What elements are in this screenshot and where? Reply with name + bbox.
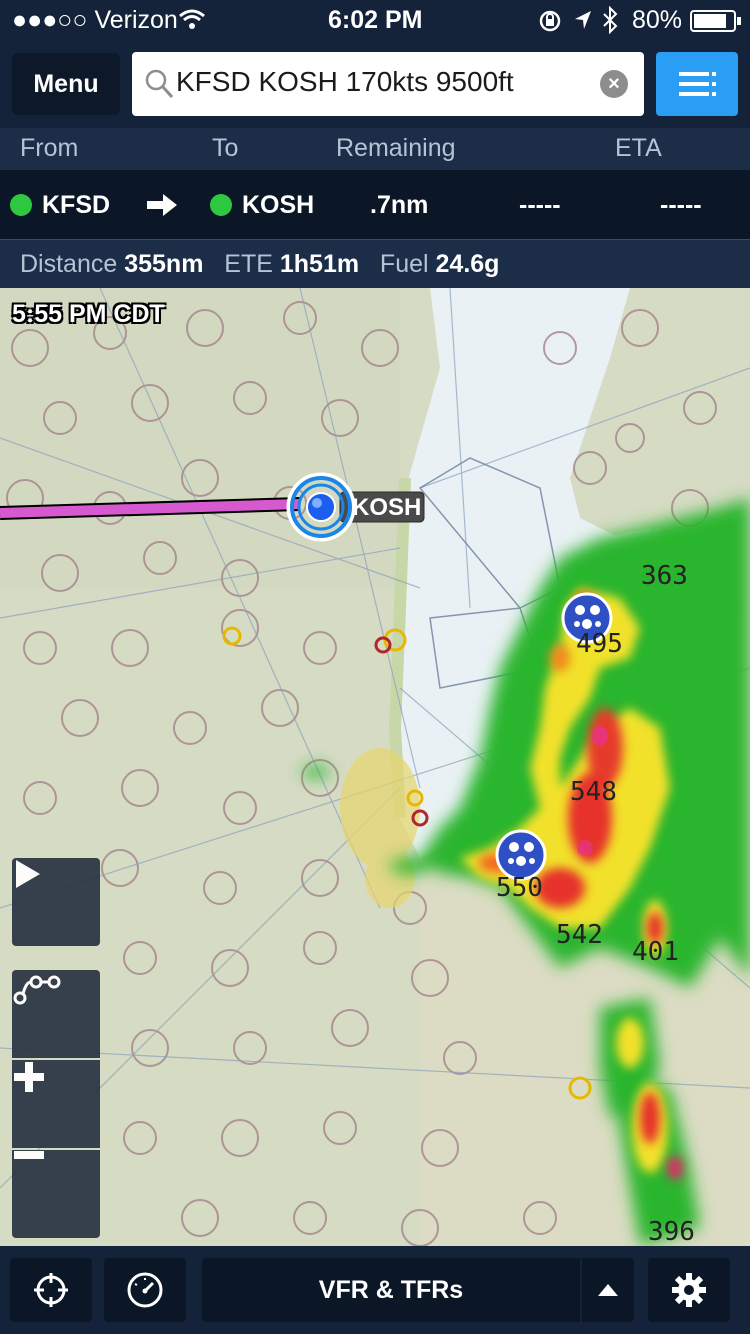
fuel-label: Fuel bbox=[379, 250, 429, 278]
carrier-label: ●●●○○ Verizon bbox=[12, 6, 178, 34]
clear-search-icon[interactable]: × bbox=[600, 70, 628, 98]
orientation-lock-icon bbox=[538, 9, 562, 40]
storm-cell-icon[interactable] bbox=[495, 829, 547, 881]
crosshair-icon bbox=[34, 1273, 68, 1307]
route-search-field[interactable]: KFSD KOSH 170kts 9500ft × bbox=[132, 52, 644, 116]
zoom-in-button[interactable] bbox=[12, 1060, 100, 1148]
storm-top-label: 401 bbox=[632, 937, 679, 967]
storm-top-label: 363 bbox=[641, 561, 688, 591]
play-animation-button[interactable] bbox=[12, 858, 100, 946]
route-column-headers: From To Remaining ETA bbox=[0, 128, 750, 170]
eta-value: ----- bbox=[519, 191, 561, 219]
route-row[interactable]: KFSD KOSH .7nm ----- ----- bbox=[0, 170, 750, 240]
gear-icon bbox=[672, 1273, 706, 1307]
route-line bbox=[0, 497, 301, 520]
radar-timestamp: 5:55 PM CDT bbox=[12, 300, 165, 328]
menu-button[interactable]: Menu bbox=[12, 53, 120, 115]
plus-icon bbox=[14, 1062, 44, 1092]
remaining-header: Remaining bbox=[336, 134, 456, 162]
storm-top-label: 542 bbox=[556, 920, 603, 950]
eta-header: ETA bbox=[615, 134, 662, 162]
map-canvas: 363 495 548 550 542 401 396 KOSH bbox=[0, 288, 750, 1246]
play-icon bbox=[16, 860, 40, 888]
search-icon bbox=[144, 68, 174, 105]
ete-label: ETE bbox=[224, 250, 273, 278]
center-on-position-button[interactable] bbox=[10, 1258, 92, 1322]
from-header: From bbox=[20, 134, 79, 162]
route-search-value[interactable]: KFSD KOSH 170kts 9500ft bbox=[176, 66, 514, 98]
storm-top-label: 495 bbox=[576, 629, 623, 659]
top-toolbar: Menu KFSD KOSH 170kts 9500ft × bbox=[0, 40, 750, 128]
storm-top-label: 548 bbox=[570, 777, 617, 807]
ownship-position-icon bbox=[286, 472, 356, 542]
distance-label: Distance bbox=[20, 250, 118, 278]
to-airport: KOSH bbox=[242, 191, 315, 219]
settings-button[interactable] bbox=[648, 1258, 730, 1322]
layer-menu-toggle[interactable] bbox=[582, 1258, 634, 1322]
flight-summary: Distance 355nm ETE 1h51m Fuel 24.6g bbox=[0, 240, 750, 288]
route-nodes-icon bbox=[13, 975, 61, 1005]
location-arrow-icon bbox=[573, 9, 593, 38]
from-airport: KFSD bbox=[42, 191, 111, 219]
distance-value: 355nm bbox=[124, 250, 204, 278]
arrow-right-icon bbox=[145, 192, 179, 225]
svg-text:KOSH: KOSH bbox=[352, 494, 421, 521]
extra-value: ----- bbox=[660, 191, 702, 219]
battery-icon bbox=[690, 10, 742, 39]
battery-percent: 80% bbox=[632, 6, 683, 34]
to-header: To bbox=[212, 134, 239, 162]
storm-top-label: 396 bbox=[648, 1217, 695, 1246]
map-layer-selector[interactable]: VFR & TFRs bbox=[202, 1258, 580, 1322]
minus-icon bbox=[14, 1151, 44, 1159]
bluetooth-icon bbox=[602, 5, 618, 41]
bottom-toolbar: VFR & TFRs bbox=[0, 1246, 750, 1334]
status-bar: ●●●○○ Verizon 6:02 PM 80% bbox=[0, 0, 750, 40]
wifi-icon bbox=[178, 8, 206, 37]
instruments-button[interactable] bbox=[104, 1258, 186, 1322]
clock: 6:02 PM bbox=[328, 6, 423, 34]
gauge-icon bbox=[127, 1272, 163, 1308]
route-edit-button[interactable] bbox=[12, 970, 100, 1058]
fuel-value: 24.6g bbox=[435, 250, 500, 278]
sectional-map[interactable]: 363 495 548 550 542 401 396 KOSH 5:55 PM… bbox=[0, 288, 750, 1246]
zoom-out-button[interactable] bbox=[12, 1150, 100, 1238]
ete-value: 1h51m bbox=[279, 250, 360, 278]
remaining-value: .7nm bbox=[370, 191, 429, 219]
to-status-dot bbox=[210, 194, 232, 216]
list-icon bbox=[679, 72, 716, 96]
caret-up-icon bbox=[598, 1284, 618, 1296]
flight-plan-list-button[interactable] bbox=[656, 52, 738, 116]
storm-top-label: 550 bbox=[496, 873, 543, 903]
from-status-dot bbox=[10, 194, 32, 216]
